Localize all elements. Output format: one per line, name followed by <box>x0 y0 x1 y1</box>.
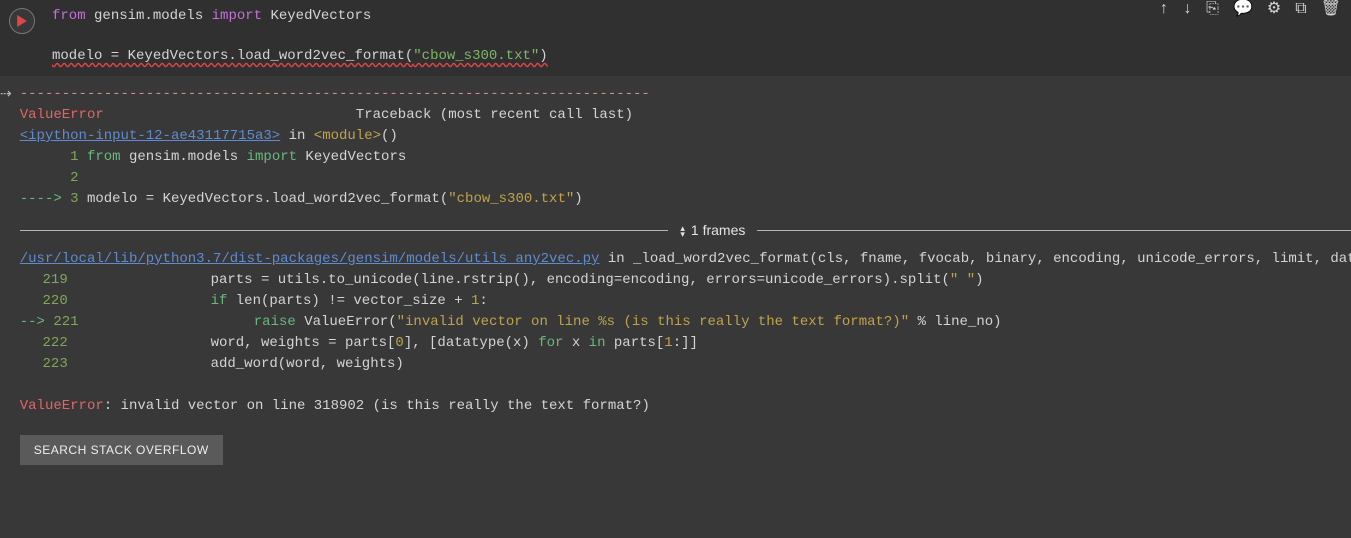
l221-num: 221 <box>53 312 77 333</box>
class-name: KeyedVectors <box>262 8 371 24</box>
l220-colon: : <box>479 293 487 309</box>
l219-num: 219 <box>20 270 68 291</box>
keyword-from: from <box>52 8 86 24</box>
l219-b: ) <box>975 272 983 288</box>
output-collapse-icon[interactable]: ⇢ <box>0 86 12 103</box>
l221-str: "invalid vector on line %s (is this real… <box>397 314 909 330</box>
func-args: (cls, fname, fvocab, binary, encoding, u… <box>809 251 1351 267</box>
settings-icon[interactable]: ⚙ <box>1267 1 1281 17</box>
l222-zero: 0 <box>395 335 403 351</box>
l220-num: 220 <box>20 291 68 312</box>
code-cell: from gensim.models import KeyedVectors m… <box>0 0 1351 76</box>
l222-b: ], [datatype(x) <box>404 335 538 351</box>
kw-for: for <box>538 335 563 351</box>
copy-link-icon[interactable]: ⎘ <box>1206 1 1219 17</box>
comment-icon[interactable]: 💬 <box>1233 1 1253 17</box>
output-area: ⇢ --------------------------------------… <box>0 76 1351 483</box>
module-name: gensim.models <box>86 8 212 24</box>
src3-a: modelo = KeyedVectors.load_word2vec_form… <box>79 191 449 207</box>
kw-if: if <box>211 293 228 309</box>
l222-num: 222 <box>20 333 68 354</box>
search-stack-overflow-button[interactable]: SEARCH STACK OVERFLOW <box>20 435 223 465</box>
l220-b: len(parts) != vector_size + <box>227 293 471 309</box>
kw-raise: raise <box>254 314 296 330</box>
run-gutter <box>0 6 44 66</box>
delete-icon[interactable]: 🗑 <box>1321 1 1341 17</box>
frames-divider: ▴▾ 1 frames <box>20 220 1351 241</box>
run-button[interactable] <box>9 8 35 34</box>
l221-a <box>86 314 254 330</box>
module-tag: <module> <box>314 128 381 144</box>
dash-separator: ----------------------------------------… <box>20 86 650 102</box>
updown-icon: ▴▾ <box>680 225 685 237</box>
keyword-import: import <box>212 8 262 24</box>
src-line-1-num: 1 <box>70 147 78 168</box>
l222-c: x <box>563 335 588 351</box>
l221-b: ValueError( <box>296 314 397 330</box>
l222-d: parts[ <box>605 335 664 351</box>
final-error-msg: : invalid vector on line 318902 (is this… <box>104 398 650 414</box>
l222-one: 1 <box>664 335 672 351</box>
frames-toggle[interactable]: ▴▾ 1 frames <box>668 220 757 241</box>
kw-from: from <box>87 149 121 165</box>
move-up-icon[interactable]: ↑ <box>1159 1 1169 17</box>
mirror-icon[interactable]: ⧉ <box>1295 1 1306 17</box>
output-gutter: ⇢ <box>0 84 12 465</box>
src3-str: "cbow_s300.txt" <box>448 191 574 207</box>
func-prefix: in _load_word2vec_format <box>599 251 809 267</box>
code-line-2-lhs: modelo = KeyedVectors.load_word2vec_form… <box>52 48 413 64</box>
frames-label-text: 1 frames <box>691 220 745 241</box>
error-name: ValueError <box>20 107 104 123</box>
code-editor[interactable]: from gensim.models import KeyedVectors m… <box>44 6 1351 66</box>
src1-rest: KeyedVectors <box>297 149 406 165</box>
l220-a <box>76 293 210 309</box>
l219-str: " " <box>950 272 975 288</box>
l222-e: :]] <box>673 335 698 351</box>
string-literal: "cbow_s300.txt" <box>413 48 539 64</box>
src1-mid: gensim.models <box>121 149 247 165</box>
l219-a: parts = utils.to_unicode(line.rstrip(), … <box>76 272 950 288</box>
after-module: () <box>381 128 398 144</box>
output-body: ----------------------------------------… <box>12 84 1351 465</box>
src-line-2-num: 2 <box>70 168 78 189</box>
l223-num: 223 <box>20 354 68 375</box>
final-error-name: ValueError <box>20 398 104 414</box>
l223-code: add_word(word, weights) <box>76 356 404 372</box>
arrow-current-frame: ----> <box>20 191 70 207</box>
divider-line-right <box>757 230 1351 231</box>
play-icon <box>16 15 28 27</box>
traceback-label: Traceback (most recent call last) <box>104 107 633 123</box>
kw-import: import <box>247 149 297 165</box>
src-line-3-num: 3 <box>70 189 78 210</box>
divider-line-left <box>20 230 669 231</box>
source-file-link[interactable]: /usr/local/lib/python3.7/dist-packages/g… <box>20 251 600 267</box>
move-down-icon[interactable]: ↓ <box>1183 1 1193 17</box>
l222-a: word, weights = parts[ <box>76 335 395 351</box>
arrow-221: --> <box>20 314 54 330</box>
src3-b: ) <box>574 191 582 207</box>
cell-toolbar: ↑ ↓ ⎘ 💬 ⚙ ⧉ 🗑 <box>1159 0 1341 18</box>
code-line-2-rhs: ) <box>539 48 547 64</box>
ipython-input-link[interactable]: <ipython-input-12-ae43117715a3> <box>20 128 280 144</box>
kw-in: in <box>589 335 606 351</box>
l221-c: % line_no) <box>909 314 1001 330</box>
in-label: in <box>280 128 314 144</box>
